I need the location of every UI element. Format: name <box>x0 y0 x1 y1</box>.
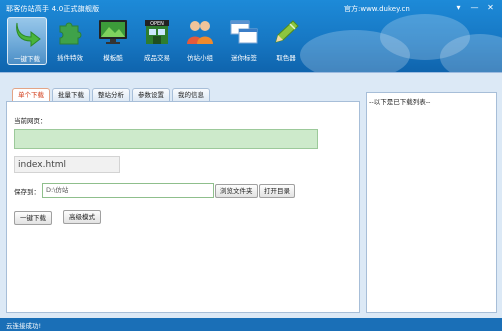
monitor-landscape-icon <box>99 20 127 44</box>
save-path-input[interactable]: D:\仿站 <box>42 183 214 198</box>
current-page-label: 当前网页： <box>14 117 47 125</box>
url-input[interactable] <box>14 129 318 149</box>
tab-parameter-settings[interactable]: 参数设置 <box>132 88 170 102</box>
toolbar-label: 仿站小组 <box>187 54 213 62</box>
toolbar-clone-group[interactable]: 仿站小组 <box>180 17 220 65</box>
tab-single-download[interactable]: 单个下载 <box>12 88 50 102</box>
function-tabs: 单个下载 批量下载 整站分析 参数设置 我的信息 <box>12 88 212 102</box>
toolbar-label: 成品交易 <box>144 54 170 62</box>
toolbar-mini-tabs[interactable]: 迷你标签 <box>224 17 264 65</box>
toolbar-color-picker[interactable]: 取色器 <box>266 17 306 65</box>
window-controls: ▾ — ✕ <box>453 4 496 13</box>
menu-dropdown-icon[interactable]: ▾ <box>453 4 464 13</box>
status-bar: 云连接成功! <box>0 318 502 331</box>
toolbar-template-cool[interactable]: 模板酷 <box>93 17 133 65</box>
main-client-area: 单个下载 批量下载 整站分析 参数设置 我的信息 当前网页： index.htm… <box>0 72 502 318</box>
open-directory-button[interactable]: 打开目录 <box>259 184 295 198</box>
toolbar-label: 迷你标签 <box>231 54 257 62</box>
status-text: 云连接成功! <box>6 322 42 330</box>
minimize-icon[interactable]: — <box>469 4 480 13</box>
advanced-mode-button[interactable]: 高级模式 <box>63 210 101 224</box>
toolbar-finished-trade[interactable]: OPEN 成品交易 <box>137 17 177 65</box>
downloaded-list-label: --以下是已下载列表-- <box>369 98 431 106</box>
download-arrow-icon <box>16 22 41 48</box>
tab-my-info[interactable]: 我的信息 <box>172 88 210 102</box>
single-download-panel: 当前网页： index.html 保存到： D:\仿站 浏览文件夹 打开目录 一… <box>6 101 360 313</box>
people-group-icon <box>187 21 213 44</box>
tab-batch-download[interactable]: 批量下载 <box>52 88 90 102</box>
color-picker-pencil-icon <box>275 20 299 43</box>
filename-field[interactable]: index.html <box>14 156 120 173</box>
window-title: 耶客仿站高手 4.0正式旗舰版 <box>6 5 100 13</box>
toolbar-plugin-effects[interactable]: 插件特效 <box>50 17 90 65</box>
save-to-label: 保存到： <box>14 188 40 196</box>
shop-open-sign-icon: OPEN <box>145 20 169 44</box>
toolbar-label: 插件特效 <box>57 54 83 62</box>
title-toolbar-band: 耶客仿站高手 4.0正式旗舰版 官方:www.dukey.cn ▾ — ✕ 一键… <box>0 0 502 72</box>
one-click-download-button[interactable]: 一键下载 <box>14 211 52 225</box>
puzzle-piece-icon <box>59 22 82 45</box>
toolbar-one-click-download[interactable]: 一键下载 <box>7 17 47 65</box>
downloaded-list-panel[interactable]: --以下是已下载列表-- <box>366 92 497 313</box>
mini-windows-icon <box>230 20 258 44</box>
toolbar-label: 一键下载 <box>14 55 40 63</box>
browse-folder-button[interactable]: 浏览文件夹 <box>215 184 258 198</box>
tab-site-analysis[interactable]: 整站分析 <box>92 88 130 102</box>
toolbar-label: 模板酷 <box>103 54 123 62</box>
official-site-link[interactable]: 官方:www.dukey.cn <box>344 4 410 14</box>
close-icon[interactable]: ✕ <box>485 4 496 13</box>
toolbar-label: 取色器 <box>276 54 296 62</box>
